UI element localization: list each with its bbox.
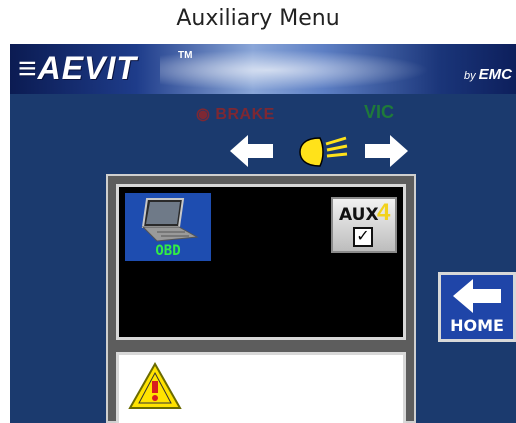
turn-right-arrow-icon: [364, 134, 408, 173]
aux-label: AUX: [339, 205, 379, 225]
byline-brand: EMC: [478, 66, 512, 83]
home-arrow-icon: [453, 279, 501, 313]
brake-indicator: ◉ BRAKE: [196, 106, 275, 123]
trademark-mark: TM: [178, 50, 193, 61]
aux4-checkbox[interactable]: ✓: [353, 227, 373, 247]
aux-number: 4: [377, 199, 391, 226]
aux4-toggle-button[interactable]: AUX 4 ✓: [331, 197, 397, 253]
device-screen: ≡AEVIT TM by EMC ◉ BRAKE VIC OBD AUX 4 ✓…: [10, 44, 516, 423]
banner-wave-graphic: [160, 50, 430, 90]
warning-icon: [127, 361, 183, 416]
vic-indicator: VIC: [364, 102, 395, 122]
obd-label: OBD: [155, 243, 181, 259]
aevit-logo: ≡AEVIT: [18, 50, 137, 86]
warning-message-area: [116, 352, 406, 423]
byline-by: by: [464, 70, 476, 82]
obd-button[interactable]: OBD: [125, 193, 211, 261]
emc-byline: by EMC: [464, 66, 512, 83]
turn-left-arrow-icon: [230, 134, 274, 173]
laptop-icon: [141, 198, 199, 242]
page-title: Auxiliary Menu: [176, 6, 340, 31]
function-grid: OBD AUX 4 ✓: [116, 184, 406, 340]
auxiliary-panel: OBD AUX 4 ✓: [106, 174, 416, 423]
headlight-icon: [294, 132, 350, 177]
home-button[interactable]: HOME: [438, 272, 516, 342]
home-label: HOME: [450, 316, 504, 335]
header-banner: ≡AEVIT TM by EMC: [10, 44, 516, 94]
